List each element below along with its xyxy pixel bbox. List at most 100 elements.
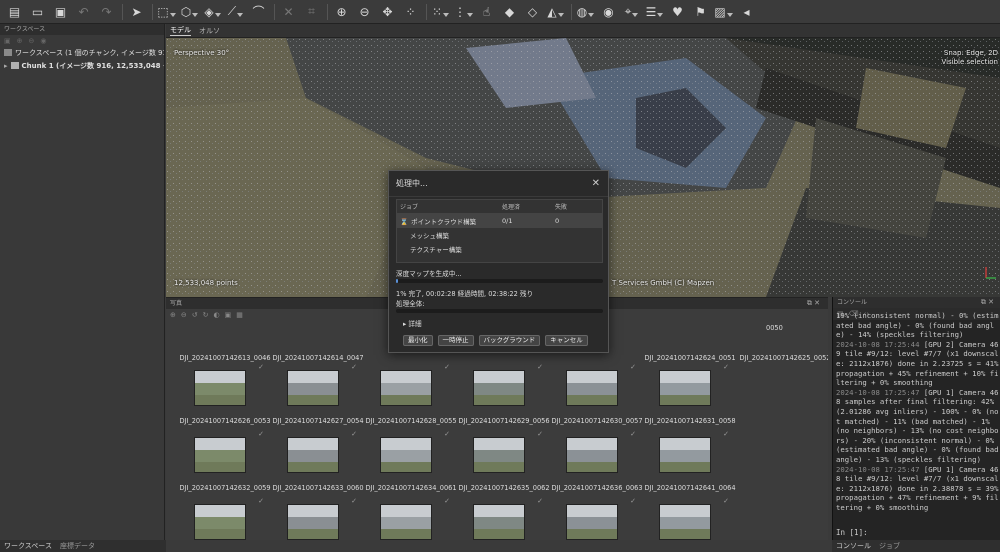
- move-icon[interactable]: ✥: [379, 3, 396, 20]
- cancel-button[interactable]: キャンセル: [545, 335, 588, 346]
- zoom-out-icon[interactable]: ⊖: [356, 3, 373, 20]
- workspace-root-item[interactable]: ワークスペース (1 個のチャンク, イメージ数 916): [0, 47, 164, 60]
- crop-icon[interactable]: ⌗: [303, 3, 320, 20]
- current-step-label: 深度マップを生成中...: [396, 270, 462, 278]
- chunk-item[interactable]: ▸ Chunk 1 (イメージ数 916, 12,533,048 タイポ: [0, 60, 164, 73]
- job-failed: 0: [555, 217, 560, 225]
- globe-icon[interactable]: ◍: [577, 3, 594, 20]
- job-row[interactable]: ⌛ ポイントクラウド構築 0/1 0: [397, 214, 602, 228]
- photo-thumbnail[interactable]: ✓ DJI_20241007142631_0058: [635, 361, 745, 433]
- details-label: 詳細: [408, 320, 422, 328]
- close-icon[interactable]: ✕: [592, 178, 600, 189]
- metashape-window: ▤ ▭ ▣ ↶ ↷ ➤ ⬚ ⬡ ◈ ⟋ ⌒ ✕ ⌗ ⊕ ⊖ ✥ ⁘ ⁙ ⋮ ☝ ◆ ◇ ◭ ◍ ◉ ⌖ ☰ ♥ ⚑ ▨ ◂ ワークスペース …: [0, 0, 1000, 552]
- minimize-button[interactable]: 最小化: [403, 335, 433, 346]
- heart-icon[interactable]: ♥: [669, 3, 686, 20]
- add-chunk-icon[interactable]: ▣: [4, 37, 11, 45]
- layers-icon[interactable]: ◇: [524, 3, 541, 20]
- workspace-root-label: ワークスペース (1 個のチャンク, イメージ数 916): [15, 49, 164, 57]
- points-icon[interactable]: ⁘: [402, 3, 419, 20]
- console-text: 19% (inconsistent normal) - 0% (estimate…: [836, 311, 999, 340]
- visible-selection-label: Visible selection: [941, 58, 998, 66]
- tab-reference[interactable]: 座標データ: [60, 541, 95, 551]
- tab-console[interactable]: コンソール: [836, 541, 871, 551]
- photo-image: [473, 437, 525, 473]
- console-prompt[interactable]: In [1]:: [836, 528, 868, 537]
- workspace-icon: [4, 49, 12, 56]
- model-view-icon[interactable]: ◈: [204, 3, 221, 20]
- job-done: 0/1: [502, 217, 513, 225]
- list-icon[interactable]: ☰: [646, 3, 663, 20]
- photo-thumbnail[interactable]: ✓ DJI_20241007142641_0064: [635, 428, 745, 500]
- ruler-icon[interactable]: ⟋: [227, 3, 244, 20]
- tab-workspace[interactable]: ワークスペース: [4, 541, 52, 551]
- add-icon[interactable]: ⊕: [170, 311, 176, 319]
- job-name: メッシュ構築: [410, 232, 449, 240]
- drone-icon[interactable]: ⌖: [623, 3, 640, 20]
- overall-label: 処理全体:: [396, 300, 425, 308]
- mask-icon[interactable]: ▣: [225, 311, 232, 319]
- fingerprint-icon[interactable]: ☝: [478, 3, 495, 20]
- photo-thumbnail[interactable]: ✓DJI_20241007142647_0070: [635, 495, 745, 541]
- photo-caption: 0050: [766, 324, 783, 332]
- select-cursor-icon[interactable]: ➤: [128, 3, 145, 20]
- flag-icon[interactable]: ⚑: [692, 3, 709, 20]
- perspective-label: Perspective 30°: [174, 49, 230, 57]
- photo-image: [380, 437, 432, 473]
- hourglass-icon: ⌛: [400, 218, 409, 226]
- processing-dialog: 処理中... ✕ ジョブ 処理済 失敗 ⌛ ポイントクラウド構築 0/1 0 メッ…: [388, 170, 609, 353]
- check-icon: ✓: [723, 363, 729, 371]
- save-icon[interactable]: ▣: [52, 3, 69, 20]
- tab-model[interactable]: モデル: [170, 25, 191, 36]
- overall-progress-bar: [396, 309, 603, 313]
- details-toggle[interactable]: ▸ 詳細: [403, 318, 422, 328]
- chunk-icon: [10, 62, 19, 69]
- view-mode-icon[interactable]: ▦: [236, 311, 243, 319]
- rotate-right-icon[interactable]: ↻: [203, 311, 209, 319]
- undo-icon[interactable]: ↶: [75, 3, 92, 20]
- photo-grid: DJI_20241007142613_0046 DJI_2024100714261…: [166, 322, 828, 541]
- photo-image: [287, 370, 339, 406]
- photo-image: [287, 437, 339, 473]
- photo-image: [380, 370, 432, 406]
- grid-icon[interactable]: ⁙: [432, 3, 449, 20]
- expand-arrow-icon[interactable]: ▸: [4, 62, 8, 70]
- filter-icon[interactable]: ◐: [214, 311, 220, 319]
- point-cloud-icon[interactable]: ◆: [501, 3, 518, 20]
- rotate-icon[interactable]: ↺: [192, 311, 198, 319]
- camera-icon[interactable]: ◉: [600, 3, 617, 20]
- enable-icon[interactable]: ◉: [40, 37, 46, 45]
- image-icon[interactable]: ◭: [547, 3, 564, 20]
- cube-icon[interactable]: ⬡: [181, 3, 198, 20]
- viewport-tabs: モデル オルソ: [166, 24, 1000, 38]
- shape-icon[interactable]: ⌒: [250, 3, 267, 20]
- rectangle-selection-icon[interactable]: ⬚: [157, 3, 175, 20]
- remove-icon[interactable]: ⊖: [29, 37, 35, 45]
- photo-icon[interactable]: ▨: [714, 3, 732, 20]
- arrow-icon[interactable]: ◂: [738, 3, 755, 20]
- background-button[interactable]: バックグラウンド: [478, 335, 541, 346]
- redo-icon[interactable]: ↷: [98, 3, 115, 20]
- open-folder-icon[interactable]: ▭: [29, 3, 46, 20]
- delete-icon[interactable]: ✕: [280, 3, 297, 20]
- zoom-in-icon[interactable]: ⊕: [333, 3, 350, 20]
- console-panel-title: コンソール: [833, 297, 1000, 308]
- remove-icon[interactable]: ⊖: [181, 311, 187, 319]
- pause-button[interactable]: 一時停止: [437, 335, 474, 346]
- toolbar-separator: [426, 3, 427, 20]
- markers-icon[interactable]: ⋮: [454, 3, 472, 20]
- new-file-icon[interactable]: ▤: [6, 3, 23, 20]
- photo-image: [659, 504, 711, 540]
- add-photos-icon[interactable]: ⊕: [17, 37, 23, 45]
- job-row[interactable]: メッシュ構築: [397, 228, 602, 242]
- job-row[interactable]: テクスチャー構築: [397, 242, 602, 256]
- col-job: ジョブ: [400, 204, 419, 211]
- snap-label: Snap: Edge, 2D: [943, 49, 998, 57]
- workspace-panel-title: ワークスペース: [0, 24, 164, 35]
- tab-jobs[interactable]: ジョブ: [879, 541, 900, 551]
- dialog-buttons: 最小化 一時停止 バックグラウンド キャンセル: [403, 335, 588, 346]
- toolbar-separator: [274, 3, 275, 20]
- panel-float-icon[interactable]: ⧉ ✕: [807, 299, 820, 308]
- tab-ortho[interactable]: オルソ: [199, 26, 220, 36]
- left-bottom-tabs: ワークスペース 座標データ: [0, 540, 166, 552]
- console-float-icon[interactable]: ⧉ ✕: [981, 298, 994, 307]
